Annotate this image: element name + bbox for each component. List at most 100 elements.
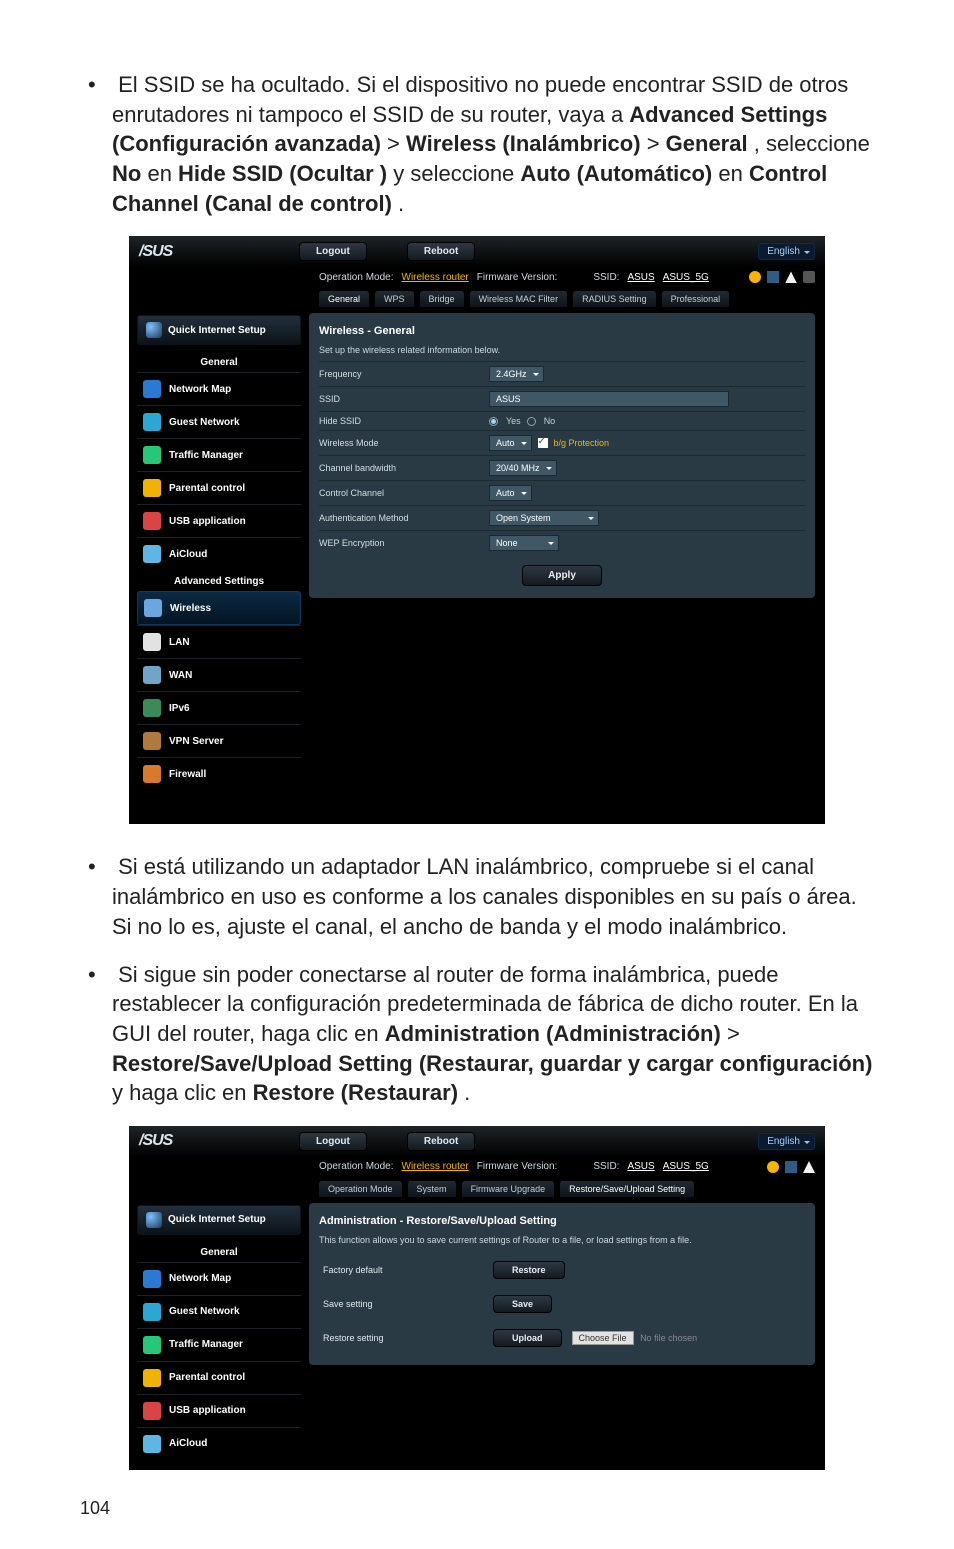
auth-method-select[interactable]: Open System: [489, 510, 599, 526]
language-select[interactable]: English: [758, 243, 815, 260]
lan-icon: [143, 633, 161, 651]
sidebar-item-label: USB application: [169, 1405, 246, 1416]
language-select[interactable]: English: [758, 1133, 815, 1150]
text: >: [387, 131, 406, 156]
wep-select[interactable]: None: [489, 535, 559, 551]
sidebar-item-lan[interactable]: LAN: [137, 625, 301, 658]
network-icon[interactable]: [785, 1161, 797, 1173]
sidebar-item-aicloud[interactable]: AiCloud: [137, 1427, 301, 1460]
tab-restore-save-upload[interactable]: Restore/Save/Upload Setting: [560, 1181, 694, 1197]
radio-label: No: [544, 416, 556, 426]
sidebar-item-label: Guest Network: [169, 417, 240, 428]
row-wireless-mode: Wireless Mode Auto b/g Protection: [319, 430, 805, 455]
guest-network-icon: [143, 413, 161, 431]
tabs-row: General WPS Bridge Wireless MAC Filter R…: [129, 287, 825, 313]
status-line: Operation Mode: Wireless router Firmware…: [129, 1157, 825, 1177]
hide-ssid-radio-no[interactable]: [527, 417, 536, 426]
wireless-mode-select[interactable]: Auto: [489, 435, 532, 451]
text: y haga clic en: [112, 1080, 253, 1105]
parental-icon: [143, 479, 161, 497]
wireless-icon: [144, 599, 162, 617]
bg-protection-checkbox[interactable]: [538, 438, 548, 448]
sidebar-item-network-map[interactable]: Network Map: [137, 372, 301, 405]
ssid-link-2[interactable]: ASUS_5G: [663, 272, 709, 283]
opmode-link[interactable]: Wireless router: [402, 272, 469, 283]
opmode-link[interactable]: Wireless router: [402, 1161, 469, 1172]
tab-system[interactable]: System: [408, 1181, 456, 1197]
sidebar-item-label: Quick Internet Setup: [168, 325, 266, 336]
wand-icon: [146, 1212, 162, 1228]
label: Channel bandwidth: [319, 463, 489, 473]
sidebar-item-wan[interactable]: WAN: [137, 658, 301, 691]
sidebar-item-qis[interactable]: Quick Internet Setup: [137, 315, 301, 345]
sidebar-item-guest-network[interactable]: Guest Network: [137, 1295, 301, 1328]
text: .: [398, 191, 404, 216]
label: Wireless Mode: [319, 438, 489, 448]
wifi-icon[interactable]: [803, 1161, 815, 1173]
sidebar-item-vpn[interactable]: VPN Server: [137, 724, 301, 757]
tab-general[interactable]: General: [319, 291, 369, 307]
aicloud-icon: [143, 545, 161, 563]
sidebar-item-guest-network[interactable]: Guest Network: [137, 405, 301, 438]
tab-operation-mode[interactable]: Operation Mode: [319, 1181, 402, 1197]
tab-wps[interactable]: WPS: [375, 291, 414, 307]
sidebar-item-parental[interactable]: Parental control: [137, 471, 301, 504]
screenshot-wireless-general: /SUS Logout Reboot English Operation Mod…: [129, 236, 825, 824]
logout-button[interactable]: Logout: [299, 1132, 367, 1151]
traffic-icon: [143, 446, 161, 464]
fw-label: Firmware Version:: [477, 272, 558, 283]
ssid-link-1[interactable]: ASUS: [627, 1161, 654, 1172]
sidebar-item-firewall[interactable]: Firewall: [137, 757, 301, 790]
sidebar-item-label: WAN: [169, 670, 192, 681]
reboot-button[interactable]: Reboot: [407, 1132, 475, 1151]
sidebar-item-qis[interactable]: Quick Internet Setup: [137, 1205, 301, 1235]
sidebar-item-wireless[interactable]: Wireless: [137, 591, 301, 625]
fw-label: Firmware Version:: [477, 1161, 558, 1172]
ssid-input[interactable]: ASUS: [489, 391, 729, 407]
sidebar-item-ipv6[interactable]: IPv6: [137, 691, 301, 724]
text-bold: Restore/Save/Upload Setting (Restaurar, …: [112, 1051, 872, 1076]
save-button[interactable]: Save: [493, 1295, 552, 1313]
screenshot-administration-restore: /SUS Logout Reboot English Operation Mod…: [129, 1126, 825, 1470]
frequency-select[interactable]: 2.4GHz: [489, 366, 544, 382]
apply-button[interactable]: Apply: [522, 565, 602, 586]
hide-ssid-radio-yes[interactable]: [489, 417, 498, 426]
sidebar-item-label: Parental control: [169, 483, 245, 494]
text: en: [718, 161, 749, 186]
bandwidth-select[interactable]: 20/40 MHz: [489, 460, 557, 476]
sidebar-item-traffic-manager[interactable]: Traffic Manager: [137, 1328, 301, 1361]
sidebar-item-label: Quick Internet Setup: [168, 1214, 266, 1225]
user-icon[interactable]: [767, 1161, 779, 1173]
row-auth-method: Authentication Method Open System: [319, 505, 805, 530]
wan-icon: [143, 666, 161, 684]
tab-bridge[interactable]: Bridge: [420, 291, 464, 307]
ssid-link-2[interactable]: ASUS_5G: [663, 1161, 709, 1172]
sidebar-item-traffic-manager[interactable]: Traffic Manager: [137, 438, 301, 471]
sidebar-item-usb[interactable]: USB application: [137, 504, 301, 537]
tab-radius[interactable]: RADIUS Setting: [573, 291, 656, 307]
sidebar-item-aicloud[interactable]: AiCloud: [137, 537, 301, 570]
sidebar-item-parental[interactable]: Parental control: [137, 1361, 301, 1394]
sidebar-item-label: USB application: [169, 516, 246, 527]
lock-icon[interactable]: [803, 271, 815, 283]
text: .: [464, 1080, 470, 1105]
text: , seleccione: [754, 131, 870, 156]
tab-professional[interactable]: Professional: [662, 291, 730, 307]
restore-button[interactable]: Restore: [493, 1261, 565, 1279]
reboot-button[interactable]: Reboot: [407, 242, 475, 261]
sidebar-item-usb[interactable]: USB application: [137, 1394, 301, 1427]
tab-firmware-upgrade[interactable]: Firmware Upgrade: [462, 1181, 555, 1197]
wifi-icon[interactable]: [785, 271, 797, 283]
upload-button[interactable]: Upload: [493, 1329, 562, 1347]
sidebar-item-label: Firewall: [169, 769, 206, 780]
ssid-link-1[interactable]: ASUS: [627, 272, 654, 283]
panel-subtitle: Set up the wireless related information …: [319, 345, 805, 355]
choose-file-button[interactable]: Choose File: [572, 1331, 634, 1345]
control-channel-select[interactable]: Auto: [489, 485, 532, 501]
logout-button[interactable]: Logout: [299, 242, 367, 261]
user-icon[interactable]: [749, 271, 761, 283]
sidebar-item-network-map[interactable]: Network Map: [137, 1262, 301, 1295]
network-icon[interactable]: [767, 271, 779, 283]
tab-mac-filter[interactable]: Wireless MAC Filter: [470, 291, 568, 307]
row-wep-encryption: WEP Encryption None: [319, 530, 805, 555]
